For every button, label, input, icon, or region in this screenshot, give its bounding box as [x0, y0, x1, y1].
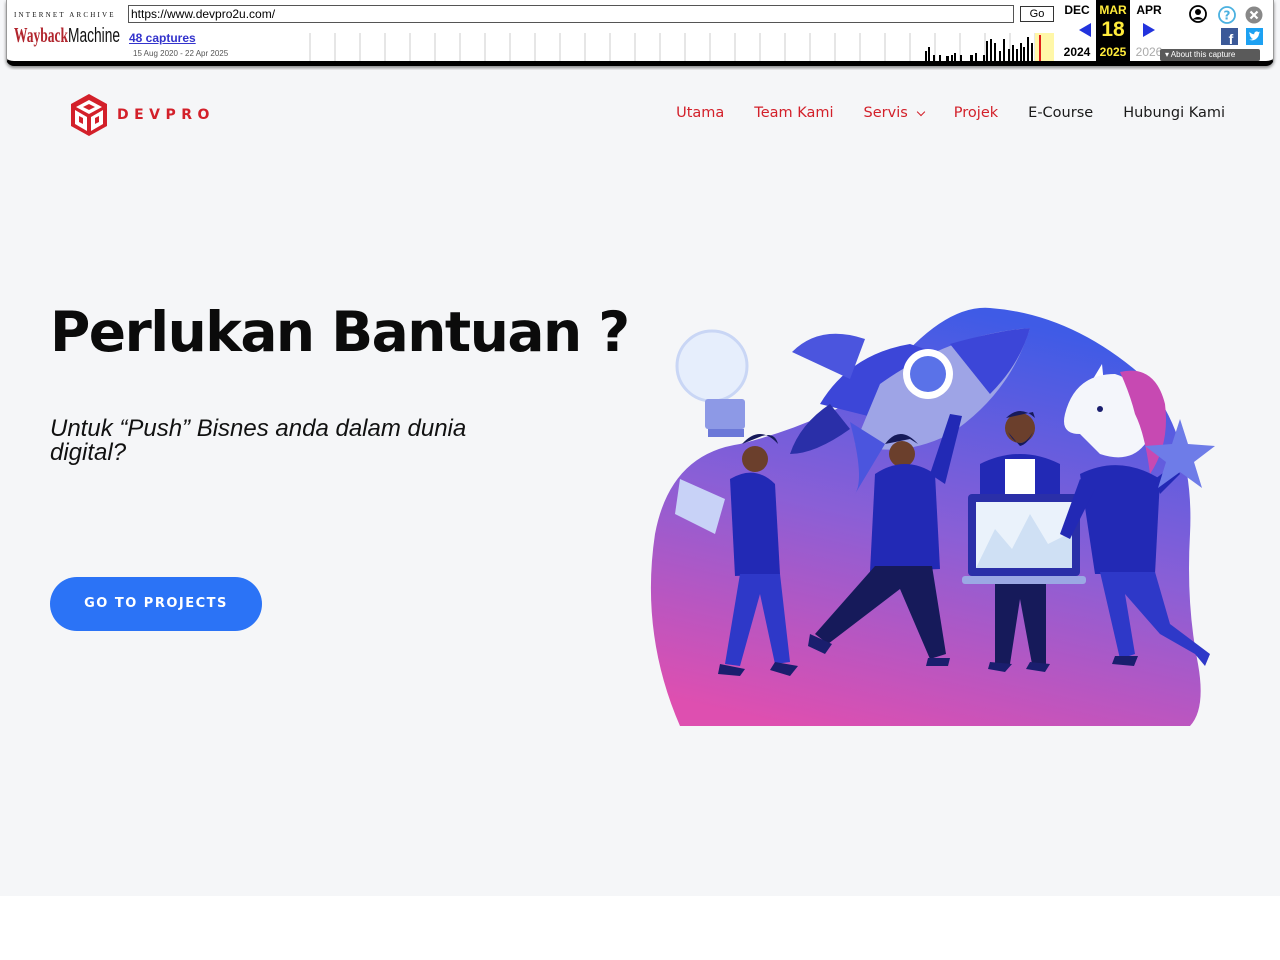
wayback-capture-sparkline[interactable]	[294, 33, 1054, 61]
wayback-prev-col[interactable]: DEC 2024	[1060, 0, 1094, 62]
nav-label: E-Course	[1028, 105, 1094, 121]
close-icon[interactable]	[1245, 6, 1263, 24]
wayback-current-month: MAR	[1099, 3, 1127, 17]
wayback-url-input[interactable]: https://www.devpro2u.com/	[128, 5, 1014, 23]
wayback-date-range: 15 Aug 2020 - 22 Apr 2025	[133, 49, 229, 58]
nav-item-projek[interactable]: Projek	[954, 105, 998, 121]
wayback-captures-link[interactable]: 48 captures	[129, 31, 196, 45]
page-footer-area	[0, 896, 1280, 960]
prev-capture-arrow-icon[interactable]	[1079, 23, 1091, 37]
next-capture-arrow-icon[interactable]	[1143, 23, 1155, 37]
nav-item-hubungi-kami[interactable]: Hubungi Kami	[1123, 105, 1225, 121]
wayback-current-year: 2025	[1099, 45, 1127, 59]
nav-label: Projek	[953, 105, 999, 121]
logo-wordmark: DEVPRO	[117, 107, 215, 123]
go-to-projects-button[interactable]: GO TO PROJECTS	[50, 577, 262, 631]
light-bulb	[675, 329, 749, 437]
wayback-go-button[interactable]: Go	[1020, 6, 1054, 22]
hero-subtitle: Untuk “Push” Bisnes anda dalam dunia dig…	[50, 415, 467, 466]
help-icon[interactable]: ?	[1218, 6, 1236, 24]
nav-label: Servis	[863, 105, 908, 121]
wayback-current-day: 18	[1101, 18, 1125, 41]
site-logo[interactable]: DEVPRO	[69, 92, 219, 138]
team-rocket-illustration	[650, 307, 1215, 726]
internet-archive-label: INTERNET ARCHIVE	[14, 11, 116, 19]
about-capture-button[interactable]: ▾ About this capture	[1160, 49, 1260, 61]
user-icon[interactable]	[1189, 5, 1207, 23]
chevron-down-icon	[916, 107, 926, 116]
svg-text:f: f	[1229, 31, 1234, 45]
svg-text:?: ?	[1224, 9, 1231, 23]
wayback-toolbar: INTERNET ARCHIVE Wayback Machine https:/…	[0, 0, 1280, 70]
site-page: DEVPRO Utama Team Kami Servis Projek E-C…	[0, 70, 1280, 896]
nav-item-utama[interactable]: Utama	[676, 105, 724, 121]
nav-item-servis[interactable]: Servis	[863, 105, 926, 121]
main-nav: Utama Team Kami Servis Projek E-Course H…	[646, 105, 1225, 121]
svg-text:Machine: Machine	[68, 25, 120, 47]
nav-label: Utama	[676, 105, 725, 121]
svg-text:Wayback: Wayback	[14, 23, 68, 47]
wayback-calendar: DEC 2024 MAR 18 2025 APR 2026	[1058, 0, 1164, 62]
about-capture-label: About this capture	[1170, 50, 1236, 59]
wayback-machine-logo[interactable]: Wayback Machine	[14, 20, 122, 48]
nav-label: Hubungi Kami	[1123, 105, 1225, 121]
caret-down-icon: ▾	[1165, 50, 1170, 59]
nav-label: Team Kami	[754, 105, 834, 121]
twitter-icon[interactable]	[1246, 28, 1263, 45]
nav-item-team-kami[interactable]: Team Kami	[754, 105, 833, 121]
facebook-icon[interactable]: f	[1221, 28, 1238, 45]
wayback-current-col: MAR 18 2025	[1096, 0, 1130, 62]
wayback-next-month[interactable]: APR	[1132, 3, 1166, 17]
hero-title: Perlukan Bantuan ?	[50, 300, 630, 364]
wayback-prev-month[interactable]: DEC	[1060, 3, 1094, 17]
nav-item-e-course[interactable]: E-Course	[1028, 105, 1093, 121]
wayback-prev-year[interactable]: 2024	[1060, 45, 1094, 59]
cube-logo-icon	[71, 94, 107, 136]
